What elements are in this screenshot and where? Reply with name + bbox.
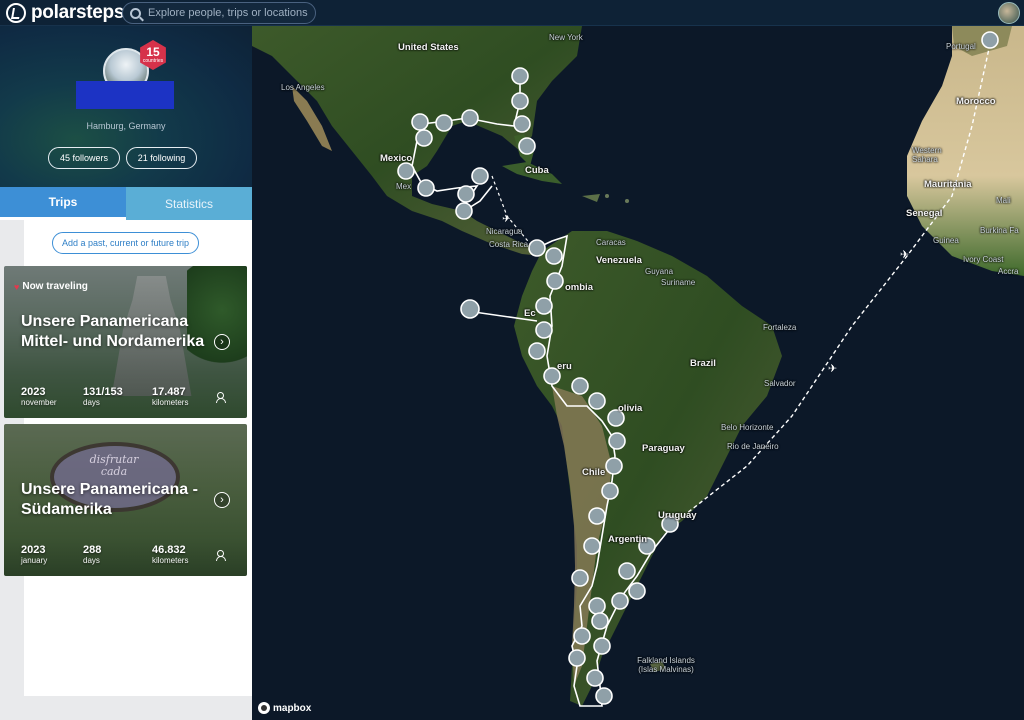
map-label-suriname: Suriname xyxy=(661,278,696,287)
map-label-mexico: Mexico xyxy=(380,153,413,164)
map-label-guyana: Guyana xyxy=(645,267,674,276)
island xyxy=(582,194,600,202)
following-button[interactable]: 21 following xyxy=(126,147,197,169)
brand-name: polarsteps xyxy=(31,2,125,23)
trip-stat-value: 2023 xyxy=(21,544,46,556)
map-label-belo-horizonte: Belo Horizonte xyxy=(721,423,774,432)
map-label-costa-rica: Costa Rica xyxy=(489,240,529,249)
profile-tabs: Trips Statistics xyxy=(0,187,252,220)
map-label-caracas: Caracas xyxy=(596,238,626,247)
map-label-mauritania: Mauritania xyxy=(924,179,972,190)
mapbox-label: mapbox xyxy=(273,702,312,714)
trip-cover-sign: disfrutar cada xyxy=(89,453,139,478)
trip-stat-value: 131/153 xyxy=(83,386,123,398)
trip-title: Unsere Panamericana - Südamerika xyxy=(21,481,198,518)
map-label-los-angeles: Los Angeles xyxy=(281,83,325,92)
map-label-rio: Rio de Janeiro xyxy=(727,442,779,451)
map-label-united-states: United States xyxy=(398,42,459,53)
followers-button[interactable]: 45 followers xyxy=(48,147,120,169)
map-label-argentina: Argentin xyxy=(608,534,648,545)
trip-stat-distance: 17.487 kilometers xyxy=(152,386,188,407)
map-label-chile: Chile xyxy=(582,467,606,478)
map-label-burkina: Burkina Fa xyxy=(980,226,1019,235)
now-traveling-badge: ♥ Now traveling xyxy=(14,281,88,292)
map-label-venezuela: Venezuela xyxy=(596,255,642,266)
map-label-fortaleza: Fortaleza xyxy=(763,323,797,332)
trip-stat-label: kilometers xyxy=(152,556,189,565)
map-label-senegal: Senegal xyxy=(906,208,943,219)
trip-stat-label: kilometers xyxy=(152,398,189,407)
polarsteps-logo-icon xyxy=(6,3,26,23)
search-input[interactable] xyxy=(148,7,308,19)
plane-icon: ✈ xyxy=(900,248,909,261)
travel-companions-icon[interactable] xyxy=(216,550,228,561)
plane-icon: ✈ xyxy=(828,362,837,375)
trip-card[interactable]: ♥ Now traveling Unsere Panamericana Mitt… xyxy=(4,266,247,418)
heart-icon: ♥ xyxy=(14,281,20,292)
map-label-cuba: Cuba xyxy=(525,165,549,176)
tab-trips[interactable]: Trips xyxy=(0,187,126,220)
map-label-peru: eru xyxy=(557,361,572,372)
trip-stat-label: days xyxy=(83,556,100,565)
travel-companions-icon[interactable] xyxy=(216,392,228,403)
profile-header: 15 countries Hamburg, Germany 45 followe… xyxy=(0,26,252,188)
map-label-ecuador: Ec xyxy=(524,308,536,319)
top-bar: polarsteps xyxy=(0,0,1024,26)
profile-location: Hamburg, Germany xyxy=(86,121,166,131)
map-label-portugal: Portugal xyxy=(946,42,976,51)
trips-panel: Add a past, current or future trip ♥ Now… xyxy=(0,220,252,720)
landmass-south-america xyxy=(514,231,782,706)
countries-label: countries xyxy=(142,58,164,64)
map-label-mali: Mali xyxy=(996,196,1011,205)
map-label-colombia: ombia xyxy=(565,282,593,293)
trip-stat-days: 288 days xyxy=(83,544,101,565)
island xyxy=(625,199,629,203)
trip-stat-start: 2023 november xyxy=(21,386,57,407)
island xyxy=(605,194,609,198)
now-traveling-label: Now traveling xyxy=(22,281,88,292)
chevron-right-icon[interactable]: › xyxy=(214,492,230,508)
trip-stat-value: 288 xyxy=(83,544,102,556)
map-label-guinea: Guinea xyxy=(933,236,959,245)
map-label-falkland: Falkland Islands (Islas Malvinas) xyxy=(637,656,695,674)
search-bar[interactable] xyxy=(122,2,316,24)
map-label-western-sahara: Western Sahara xyxy=(912,146,942,164)
map-label-morocco: Morocco xyxy=(956,96,996,107)
profile-name-redacted xyxy=(76,81,174,109)
search-icon xyxy=(130,7,141,19)
map-label-paraguay: Paraguay xyxy=(642,443,685,454)
trip-stat-distance: 46.832 kilometers xyxy=(152,544,188,565)
countries-count: 15 xyxy=(146,45,160,59)
map-label-accra: Accra xyxy=(998,267,1019,276)
map-label-uruguay: Uruguay xyxy=(658,510,697,521)
trip-title: Unsere Panamericana Mittel- und Nordamer… xyxy=(21,313,205,350)
map-label-nicaragua: Nicaragua xyxy=(486,227,523,236)
plane-icon: ✈ xyxy=(502,214,510,225)
map-label-brazil: Brazil xyxy=(690,358,716,369)
trip-stat-start: 2023 january xyxy=(21,544,47,565)
mapbox-attribution[interactable]: mapbox xyxy=(258,702,311,714)
trip-stat-value: 17.487 xyxy=(152,386,186,398)
map-label-salvador: Salvador xyxy=(764,379,796,388)
trip-stat-label: january xyxy=(21,556,48,565)
map-label-bolivia: olivia xyxy=(618,403,643,414)
trip-stat-value: 2023 xyxy=(21,386,46,398)
trip-stat-label: days xyxy=(83,398,100,407)
brand-logo[interactable]: polarsteps xyxy=(6,2,124,24)
map-label-mexico-city: Mex xyxy=(396,182,412,191)
tab-statistics[interactable]: Statistics xyxy=(126,187,252,220)
map-canvas: ✈ ✈ ✈ xyxy=(252,26,1024,707)
trip-stat-days: 131/153 days xyxy=(83,386,123,407)
add-trip-button[interactable]: Add a past, current or future trip xyxy=(52,232,199,254)
map-view[interactable]: ✈ ✈ ✈ United States New York Los Angeles… xyxy=(252,26,1024,720)
chevron-right-icon[interactable]: › xyxy=(214,334,230,350)
trip-stat-label: november xyxy=(21,398,57,407)
user-avatar[interactable] xyxy=(998,2,1020,24)
mapbox-logo-icon xyxy=(258,702,270,714)
map-label-ivory-coast: Ivory Coast xyxy=(963,255,1004,264)
map-label-new-york: New York xyxy=(549,33,583,42)
trip-stat-value: 46.832 xyxy=(152,544,186,556)
trip-card[interactable]: disfrutar cada Unsere Panamericana - Süda… xyxy=(4,424,247,576)
